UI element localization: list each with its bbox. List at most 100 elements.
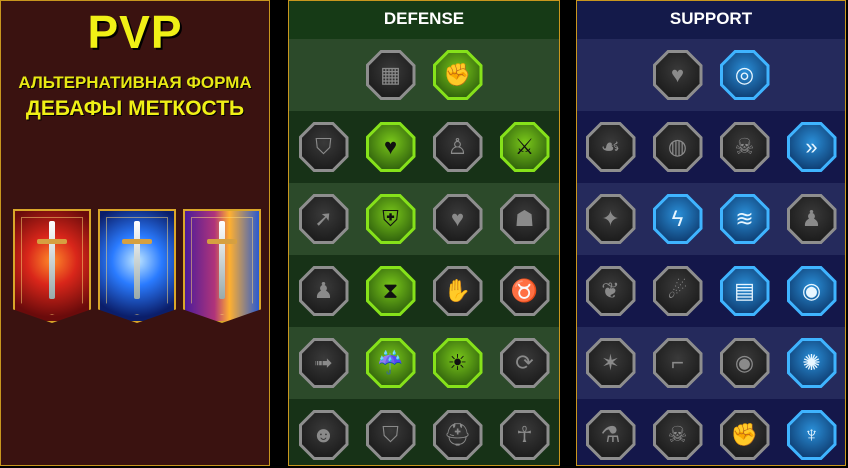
helmet-icon[interactable]: ⛑ xyxy=(432,410,483,460)
shield-aura-icon[interactable]: ◍ xyxy=(652,122,703,172)
swirl-icon[interactable]: ⟳ xyxy=(499,338,550,388)
glyph: ⚔ xyxy=(514,134,535,159)
glyph: ✺ xyxy=(802,350,821,375)
glyph: ⟳ xyxy=(515,350,534,375)
skull-sun-icon[interactable]: ☀ xyxy=(432,338,483,388)
icon-row: ➚ ⛨ ♥ ☗ xyxy=(289,183,559,255)
debuffs-accuracy-label: ДЕБАФЫ МЕТКОСТЬ xyxy=(25,97,245,120)
poison-flask-icon[interactable]: ⚗ xyxy=(585,410,636,460)
glyph: ✦ xyxy=(601,206,620,231)
dash-icon[interactable]: ➟ xyxy=(298,338,349,388)
eagle-icon[interactable]: ♆ xyxy=(786,410,837,460)
red-knight-banner[interactable] xyxy=(13,209,91,323)
pvp-panel: PVP АЛЬТЕРНАТИВНАЯ ФОРМА ДЕБАФЫ МЕТКОСТЬ xyxy=(0,0,270,466)
book-icon[interactable]: ▤ xyxy=(719,266,770,316)
shadow-figure-icon[interactable]: ♟ xyxy=(786,194,837,244)
bull-icon[interactable]: ♉ xyxy=(499,266,550,316)
glyph: ⛑ xyxy=(443,422,472,447)
comet-icon[interactable]: ☄ xyxy=(652,266,703,316)
blue-knight-banner[interactable] xyxy=(98,209,176,323)
pvp-title: PVP xyxy=(87,6,183,58)
angry-eyes-icon[interactable]: ◉ xyxy=(786,266,837,316)
glyph: ◉ xyxy=(801,278,822,303)
icon-row: ⚗ ☠ ✊ ♆ xyxy=(577,399,845,465)
glyph: ☻ xyxy=(311,422,336,447)
sword-icon xyxy=(207,221,237,299)
glyph: ▦ xyxy=(380,62,401,87)
knight-shield-icon[interactable]: ⛨ xyxy=(365,194,416,244)
glyph: ⧗ xyxy=(382,278,399,303)
heart-hand-icon[interactable]: ♥ xyxy=(365,122,416,172)
speed-boots-icon[interactable]: » xyxy=(786,122,837,172)
heart-icon[interactable]: ♥ xyxy=(432,194,483,244)
icon-row: ☙ ◍ ☠ » xyxy=(577,111,845,183)
glyph: ☄ xyxy=(667,278,688,303)
kick-icon[interactable]: ✺ xyxy=(786,338,837,388)
glyph: ◎ xyxy=(734,62,755,87)
glyph: ◍ xyxy=(667,134,688,159)
icon-row: ▦ ✊ xyxy=(289,39,559,111)
glyph: ❦ xyxy=(601,278,620,303)
glyph: ⚗ xyxy=(600,422,621,447)
crossed-swords-banner[interactable] xyxy=(183,209,261,323)
chevron-shield-icon[interactable]: ⛉ xyxy=(298,122,349,172)
icon-row: ☻ ⛉ ⛑ ☥ xyxy=(289,399,559,465)
fist-bandage-icon[interactable]: ✊ xyxy=(719,410,770,460)
sword-icon xyxy=(37,221,67,299)
hourglass-icon[interactable]: ⧗ xyxy=(365,266,416,316)
glyph: ◉ xyxy=(734,350,755,375)
icon-row: ♟ ⧗ ✋ ♉ xyxy=(289,255,559,327)
glyph: ⌐ xyxy=(671,350,684,375)
glyph: ♟ xyxy=(313,278,334,303)
strongman-icon[interactable]: ♙ xyxy=(432,122,483,172)
glyph: ▤ xyxy=(734,278,755,303)
skull-smoke-icon[interactable]: ☠ xyxy=(719,122,770,172)
icon-row: ✦ ϟ ≋ ♟ xyxy=(577,183,845,255)
glyph: ♥ xyxy=(383,134,398,159)
wall-icon[interactable]: ▦ xyxy=(365,50,416,100)
icon-row: ❦ ☄ ▤ ◉ xyxy=(577,255,845,327)
glyph: ☀ xyxy=(447,350,468,375)
icon-row: ♥ ◎ xyxy=(577,39,845,111)
heart-chain-icon[interactable]: ❦ xyxy=(585,266,636,316)
defense-column: DEFENSE ▦ ✊ ⛉ ♥ ♙ ⚔ ➚ ⛨ ♥ ☗ ♟ ⧗ ✋ ♉ ➟ ☔ ☀ ⟳ ☻ ⛉ ⛑ ☥ xyxy=(288,0,560,466)
drops-icon[interactable]: ☔ xyxy=(365,338,416,388)
glyph: ➚ xyxy=(314,206,333,231)
glyph: ✶ xyxy=(601,350,620,375)
swords-icon[interactable]: ⚔ xyxy=(499,122,550,172)
glyph: ✋ xyxy=(443,278,472,303)
cracked-ground-icon[interactable]: ≋ xyxy=(719,194,770,244)
glyph: ⛉ xyxy=(315,134,332,159)
glyph: ⛨ xyxy=(382,206,399,231)
glyph: ♥ xyxy=(450,206,465,231)
praying-hands-icon[interactable]: ☙ xyxy=(585,122,636,172)
fist-icon[interactable]: ✊ xyxy=(432,50,483,100)
target-hand-icon[interactable]: ◎ xyxy=(719,50,770,100)
compass-star-icon[interactable]: ✶ xyxy=(585,338,636,388)
muscle-icon[interactable]: ☥ xyxy=(499,410,550,460)
hooded-figure-icon[interactable]: ☗ xyxy=(499,194,550,244)
sword-icon xyxy=(122,221,152,299)
glyph: ➟ xyxy=(314,350,333,375)
glyph: ≋ xyxy=(735,206,754,231)
glyph: ☔ xyxy=(376,350,405,375)
boot-icon[interactable]: ⌐ xyxy=(652,338,703,388)
lightning-shield-icon[interactable]: ϟ xyxy=(652,194,703,244)
sparkle-figure-icon[interactable]: ✦ xyxy=(585,194,636,244)
skull-icon[interactable]: ☠ xyxy=(652,410,703,460)
heart-plus-icon[interactable]: ♥ xyxy=(652,50,703,100)
glyph: ☙ xyxy=(600,134,621,159)
icon-row: ⛉ ♥ ♙ ⚔ xyxy=(289,111,559,183)
hand-icon[interactable]: ✋ xyxy=(432,266,483,316)
winged-shield-icon[interactable]: ⛉ xyxy=(365,410,416,460)
glyph: ☠ xyxy=(734,134,755,159)
eye-icon[interactable]: ◉ xyxy=(719,338,770,388)
support-column: SUPPORT ♥ ◎ ☙ ◍ ☠» ✦ ϟ ≋ ♟ ❦ ☄ ▤ ◉ ✶ ⌐ ◉ ✺ ⚗ ☠ ✊ ♆ xyxy=(576,0,846,466)
ogre-icon[interactable]: ☻ xyxy=(298,410,349,460)
defense-title: DEFENSE xyxy=(289,1,559,39)
glyph: ✊ xyxy=(730,422,759,447)
glyph: ϟ xyxy=(671,206,684,231)
warriors-icon[interactable]: ♟ xyxy=(298,266,349,316)
glyph: » xyxy=(805,134,818,159)
runner-icon[interactable]: ➚ xyxy=(298,194,349,244)
